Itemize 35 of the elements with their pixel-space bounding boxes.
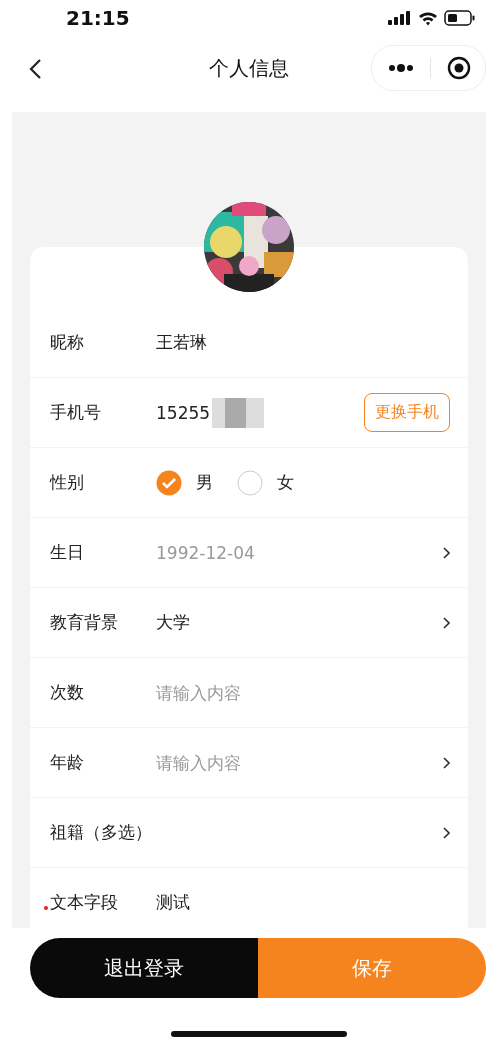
field-label: 手机号 [50, 401, 102, 424]
page-title: 个人信息 [209, 54, 289, 82]
field-label: 文本字段 [50, 891, 119, 914]
more-icon[interactable] [388, 64, 414, 72]
back-icon[interactable] [28, 58, 42, 80]
field-value: 1992-12-04 [156, 542, 255, 563]
field-label: 祖籍（多选） [50, 821, 153, 844]
chevron-right-icon[interactable] [443, 756, 450, 769]
chevron-right-icon[interactable] [443, 616, 450, 629]
signal-icon [388, 11, 412, 25]
input-field[interactable]: 请输入内容 [156, 682, 356, 703]
radio-label: 男 [196, 471, 213, 494]
field-label: 昵称 [50, 331, 85, 354]
radio-unchecked[interactable] [237, 469, 263, 496]
field-label: 生日 [50, 541, 85, 564]
field-value: 王若琳 [156, 331, 207, 354]
phone-number: 15255 [156, 402, 211, 423]
field-label: 次数 [50, 681, 85, 704]
wifi-icon [418, 10, 438, 26]
field-value: 测试 [156, 891, 190, 914]
battery-icon [444, 10, 476, 26]
chevron-right-icon[interactable] [443, 826, 450, 839]
input-field[interactable]: 请输入内容 [156, 752, 356, 773]
change-phone-button[interactable]: 更换手机 [364, 393, 450, 432]
status-time: 21:15 [66, 6, 130, 30]
field-value: 大学 [156, 611, 190, 634]
field-label: 性别 [50, 471, 85, 494]
save-button[interactable]: 保存 [258, 938, 486, 998]
field-label: 年龄 [50, 751, 85, 774]
radio-label: 女 [277, 471, 294, 494]
logout-button[interactable]: 退出登录 [30, 938, 258, 998]
redaction-blur [212, 397, 265, 428]
close-icon[interactable] [447, 56, 471, 80]
field-label: 教育背景 [50, 611, 119, 634]
radio-checked[interactable] [156, 469, 182, 496]
